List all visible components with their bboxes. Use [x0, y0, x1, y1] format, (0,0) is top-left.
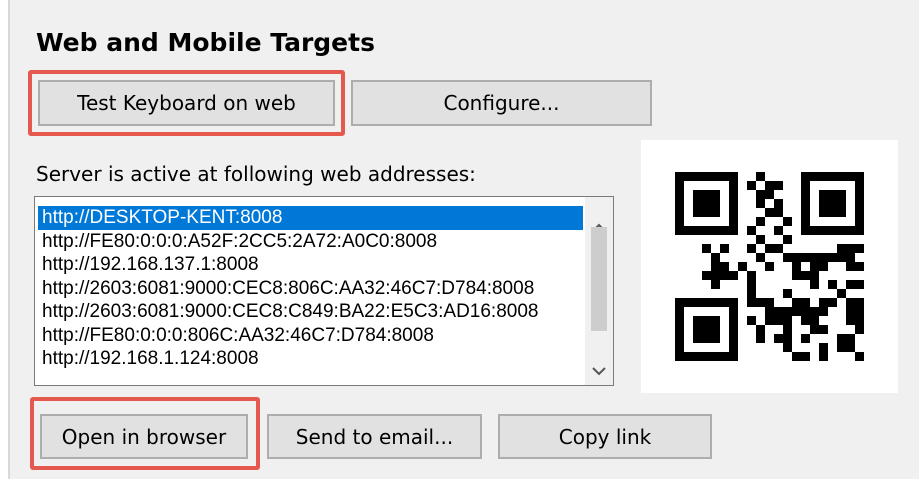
server-status-label: Server is active at following web addres…: [36, 162, 476, 186]
qr-code-panel: [641, 140, 898, 393]
section-title: Web and Mobile Targets: [36, 28, 375, 57]
qr-code-icon: [675, 172, 864, 361]
address-listbox[interactable]: http://DESKTOP-KENT:8008 http://FE80:0:0:…: [34, 196, 614, 386]
test-keyboard-highlight: [28, 70, 345, 136]
address-list-item[interactable]: http://DESKTOP-KENT:8008: [38, 206, 583, 230]
address-list-scrollbar[interactable]: [585, 197, 613, 385]
scrollbar-thumb[interactable]: [591, 227, 607, 331]
copy-link-button[interactable]: Copy link: [498, 414, 712, 459]
panel-left-border: [8, 0, 10, 479]
address-list-item[interactable]: http://192.168.137.1:8008: [38, 253, 583, 277]
address-list-item[interactable]: http://2603:6081:9000:CEC8:806C:AA32:46C…: [38, 277, 583, 301]
scroll-down-icon[interactable]: [585, 359, 613, 383]
address-list-item[interactable]: http://FE80:0:0:0:806C:AA32:46C7:D784:80…: [38, 324, 583, 348]
configure-button[interactable]: Configure...: [351, 80, 652, 126]
open-in-browser-highlight: [30, 397, 260, 470]
address-list-item[interactable]: http://FE80:0:0:0:A52F:2CC5:2A72:A0C0:80…: [38, 230, 583, 254]
address-list-item[interactable]: http://2603:6081:9000:CEC8:C849:BA22:E5C…: [38, 300, 583, 324]
send-to-email-button[interactable]: Send to email...: [267, 414, 482, 459]
address-list-item[interactable]: http://192.168.1.124:8008: [38, 347, 583, 371]
address-list: http://DESKTOP-KENT:8008 http://FE80:0:0:…: [38, 206, 583, 371]
